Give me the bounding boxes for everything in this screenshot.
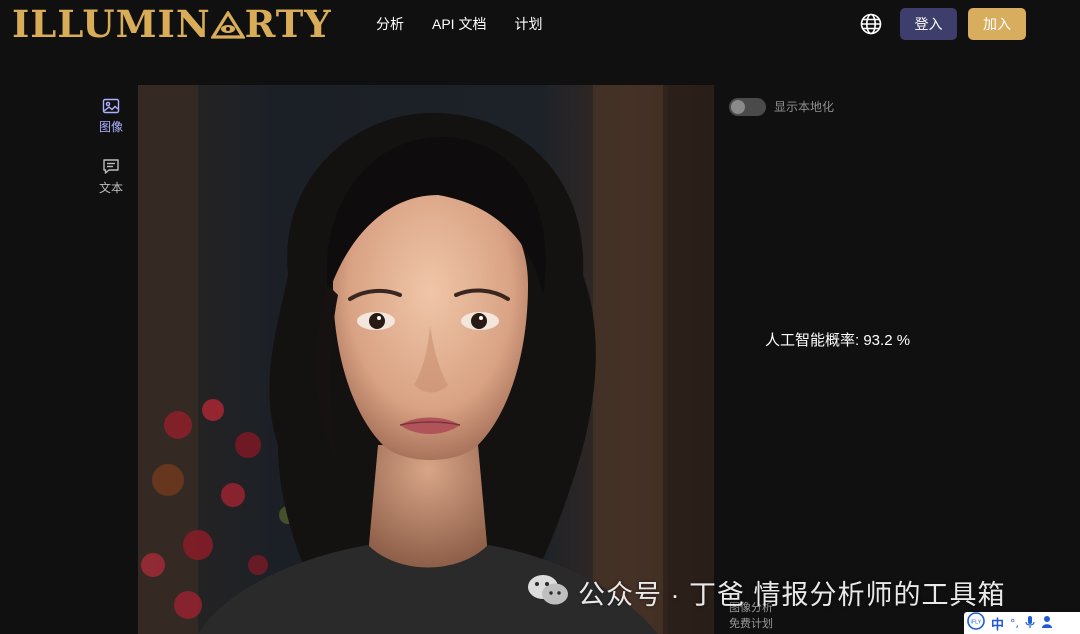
eye-pyramid-icon [209,4,246,39]
localization-toggle[interactable] [729,98,766,116]
join-button[interactable]: 加入 [968,8,1026,40]
user-icon[interactable] [1041,614,1053,633]
ime-language-indicator[interactable]: 中 [991,614,1004,633]
logo-text-start: ILLUMIN [12,2,211,46]
nav-plans[interactable]: 计划 [514,14,542,34]
watermark-text: 公众号 · 丁爸 情报分析师的工具箱 [578,579,1006,610]
main-nav: 分析 API 文档 计划 [376,14,542,34]
tool-image-label: 图像 [98,120,123,134]
login-button[interactable]: 登入 [900,8,957,40]
footer-link-free-plan[interactable]: 免费计划 [729,617,773,631]
app-root: ILLUMIN RTY 分析 API 文档 计划 登入 加入 图像 文本 显示本… [0,0,1080,634]
ai-probability-result: 人工智能概率: 93.2 % [765,332,911,349]
ime-toolbar[interactable]: iFLY 中 °, [964,612,1080,634]
ifly-logo-icon: iFLY [967,612,985,634]
punctuation-icon[interactable]: °, [1010,617,1019,630]
wechat-icon [526,572,570,612]
logo-text-end: RTY [244,2,332,46]
localization-toggle-label: 显示本地化 [774,100,835,114]
brand-logo[interactable]: ILLUMIN RTY [12,2,332,46]
nav-analyze[interactable]: 分析 [376,14,404,34]
tool-text-label: 文本 [98,181,123,195]
message-icon [102,159,120,179]
wechat-watermark: 公众号 · 丁爸 情报分析师的工具箱 [526,572,1006,612]
top-header: ILLUMIN RTY 分析 API 文档 计划 登入 加入 [0,0,1080,48]
microphone-icon[interactable] [1025,614,1035,633]
tool-image[interactable]: 图像 [92,98,130,135]
globe-icon[interactable] [859,12,883,36]
svg-text:iFLY: iFLY [971,620,982,626]
tool-text[interactable]: 文本 [92,158,130,196]
analyzed-portrait-image [138,85,714,634]
nav-api-docs[interactable]: API 文档 [432,14,486,34]
image-icon [102,98,120,118]
